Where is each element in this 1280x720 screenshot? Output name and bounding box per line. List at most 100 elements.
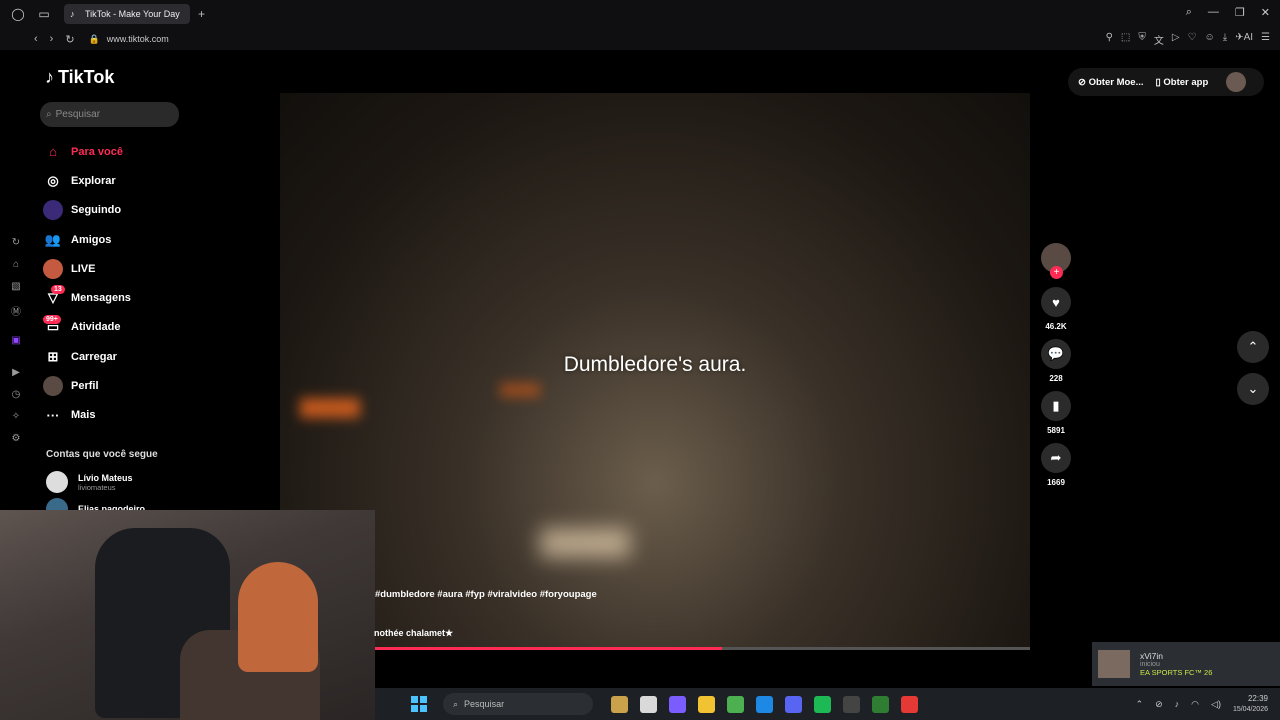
tab-manager-icon[interactable]: ▭	[36, 6, 52, 22]
follow-button[interactable]: +	[1050, 266, 1063, 279]
heart-icon[interactable]: ♥	[1041, 287, 1071, 317]
extensions-icon[interactable]: ✧	[9, 411, 23, 425]
chevron-up-icon[interactable]: ⌃	[1136, 699, 1144, 710]
pinboard-icon[interactable]: ▧	[9, 281, 23, 295]
opera-logo-icon[interactable]: ◯	[10, 6, 26, 22]
menu-item-compass[interactable]: ◎ Explorar	[43, 166, 131, 195]
reload-icon[interactable]: ↻	[65, 33, 74, 46]
taskbar-app-icon[interactable]	[611, 695, 628, 713]
comment-action: 💬 228	[1040, 339, 1072, 383]
account-handle: liviomateus	[78, 482, 116, 492]
menu-icon[interactable]: ☰	[1261, 32, 1270, 47]
clock-icon[interactable]: ◷	[9, 389, 23, 403]
video-progress-bar[interactable]	[375, 647, 1030, 650]
video-music[interactable]: nothée chalamet★	[374, 628, 453, 639]
menu-item-friends[interactable]: 👥 Amigos	[43, 225, 131, 254]
menu-item-following[interactable]: Seguindo	[43, 196, 131, 225]
history-icon[interactable]: ↻	[9, 237, 23, 251]
followed-account[interactable]: Lívio Mateus liviomateus	[46, 471, 133, 493]
url-field[interactable]: 🔒 www.tiktok.com	[89, 34, 169, 45]
get-coins-button[interactable]: ⊘ Obter Moe...	[1078, 77, 1144, 88]
nav-buttons: ‹ › ↻	[34, 33, 75, 46]
share-action: ➦ 1669	[1040, 443, 1072, 487]
taskbar-app-icon[interactable]	[843, 695, 860, 713]
browser-tab[interactable]: ♪ TikTok - Make Your Day	[64, 4, 190, 24]
lock-icon: 🔒	[88, 33, 100, 44]
search-icon: ⌕	[453, 698, 459, 709]
wifi-icon[interactable]: ◠	[1191, 699, 1199, 710]
video-player[interactable]: Dumbledore's aura.	[280, 93, 1030, 650]
forward-icon[interactable]: ›	[50, 33, 54, 46]
chevron-down-icon: ⌄	[1247, 381, 1259, 396]
menu-item-more[interactable]: ··· Mais	[43, 401, 131, 430]
taskbar-clock[interactable]: 22:39 15/04/2026	[1233, 693, 1268, 715]
taskbar-app-icon[interactable]	[814, 695, 831, 713]
taskbar-app-icon[interactable]	[901, 695, 918, 713]
search-tabs-icon[interactable]: ⌕	[1186, 6, 1192, 19]
close-icon[interactable]: ✕	[1261, 6, 1270, 19]
minimize-icon[interactable]: —	[1208, 6, 1219, 19]
friends-icon: 👥	[44, 231, 62, 247]
translate-icon[interactable]: 文	[1154, 32, 1164, 47]
menu-item-activity[interactable]: ▭ Atividade 99+	[43, 313, 131, 342]
taskbar-app-icon[interactable]	[872, 695, 889, 713]
snapshot-icon[interactable]: ⬚	[1121, 32, 1130, 47]
play-icon[interactable]: ▷	[1172, 32, 1180, 47]
video-hashtags[interactable]: #dumbledore #aura #fyp #viralvideo #fory…	[375, 589, 597, 600]
taskbar-app-icon[interactable]	[756, 695, 773, 713]
game-notification[interactable]: xVi7in iniciou EA SPORTS FC™ 26	[1092, 642, 1280, 686]
twitch-icon[interactable]: ▣	[9, 335, 23, 349]
account-icon[interactable]: ☺	[1205, 32, 1215, 47]
shield-icon[interactable]: ⛨	[1138, 32, 1146, 47]
menu-item-label: Seguindo	[71, 204, 122, 217]
m-app-icon[interactable]: Ⓜ	[9, 303, 23, 318]
taskbar-app-icon[interactable]	[698, 695, 715, 713]
clock-date: 15/04/2026	[1232, 706, 1268, 713]
new-tab-button[interactable]: +	[198, 7, 205, 21]
notification-badge: 13	[51, 285, 65, 295]
tiktok-sidebar: ♪ TikTok ⌕ Pesquisar ⌂ Para você ◎ Explorar…	[30, 50, 280, 520]
menu-item-upload[interactable]: ⊞ Carregar	[43, 342, 131, 371]
comment-icon[interactable]: 💬	[1041, 339, 1071, 369]
back-icon[interactable]: ‹	[34, 33, 38, 46]
taskbar-app-icon[interactable]	[640, 695, 657, 713]
creator-avatar[interactable]: +	[1041, 243, 1071, 279]
taskbar-app-icon[interactable]	[785, 695, 802, 713]
taskbar-app-icon[interactable]	[669, 695, 686, 713]
network-icon[interactable]: ⊘	[1155, 699, 1163, 710]
menu-item-home[interactable]: ⌂ Para você	[43, 137, 131, 166]
start-icon[interactable]	[411, 696, 427, 712]
get-app-button[interactable]: ▯ Obter app	[1156, 77, 1209, 88]
browser-toolbar: ⚲ ⬚ ⛨ 文 ▷ ♡ ☺ ⤓ ✈AI ☰	[1106, 32, 1270, 47]
aria-icon[interactable]: ⌂	[9, 259, 23, 273]
tiktok-logo[interactable]: ♪ TikTok	[45, 67, 114, 88]
volume-icon[interactable]: ◁)	[1211, 699, 1221, 710]
pin-icon[interactable]: ⚲	[1106, 32, 1113, 47]
menu-item-profile[interactable]: Perfil	[43, 371, 131, 400]
settings-icon[interactable]: ⚙	[9, 433, 23, 447]
next-video-button[interactable]: ⌄	[1237, 373, 1269, 405]
video-caption: Dumbledore's aura.	[563, 353, 747, 376]
mic-icon[interactable]: ♪	[1175, 699, 1180, 709]
user-avatar[interactable]	[1226, 72, 1247, 92]
compass-icon: ◎	[47, 172, 59, 188]
share-icon[interactable]: ➦	[1041, 443, 1071, 473]
logo-text: TikTok	[58, 67, 115, 87]
taskbar-app-icon[interactable]	[727, 695, 744, 713]
ai-button[interactable]: ✈AI	[1235, 32, 1253, 47]
menu-item-messages[interactable]: ▽ Mensagens 13	[43, 283, 131, 312]
heart-outline-icon[interactable]: ♡	[1188, 32, 1197, 47]
player-icon[interactable]: ▶	[9, 367, 23, 381]
search-input[interactable]: ⌕ Pesquisar	[40, 102, 179, 127]
get-coins-label: Obter Moe...	[1088, 76, 1144, 88]
window-controls: ⌕ — ❐ ✕	[1186, 6, 1270, 19]
menu-item-label: Carregar	[71, 350, 117, 363]
system-tray: ⌃ ⊘ ♪ ◠ ◁) 22:39 15/04/2026	[1136, 688, 1280, 720]
previous-video-button[interactable]: ⌃	[1237, 331, 1269, 363]
maximize-icon[interactable]: ❐	[1235, 6, 1245, 19]
menu-item-live[interactable]: LIVE	[43, 254, 131, 283]
taskbar-search[interactable]: ⌕ Pesquisar	[443, 693, 593, 715]
bookmark-icon[interactable]: ▮	[1041, 391, 1071, 421]
download-icon[interactable]: ⤓	[1223, 32, 1227, 47]
like-action: ♥ 46.2K	[1040, 287, 1072, 331]
